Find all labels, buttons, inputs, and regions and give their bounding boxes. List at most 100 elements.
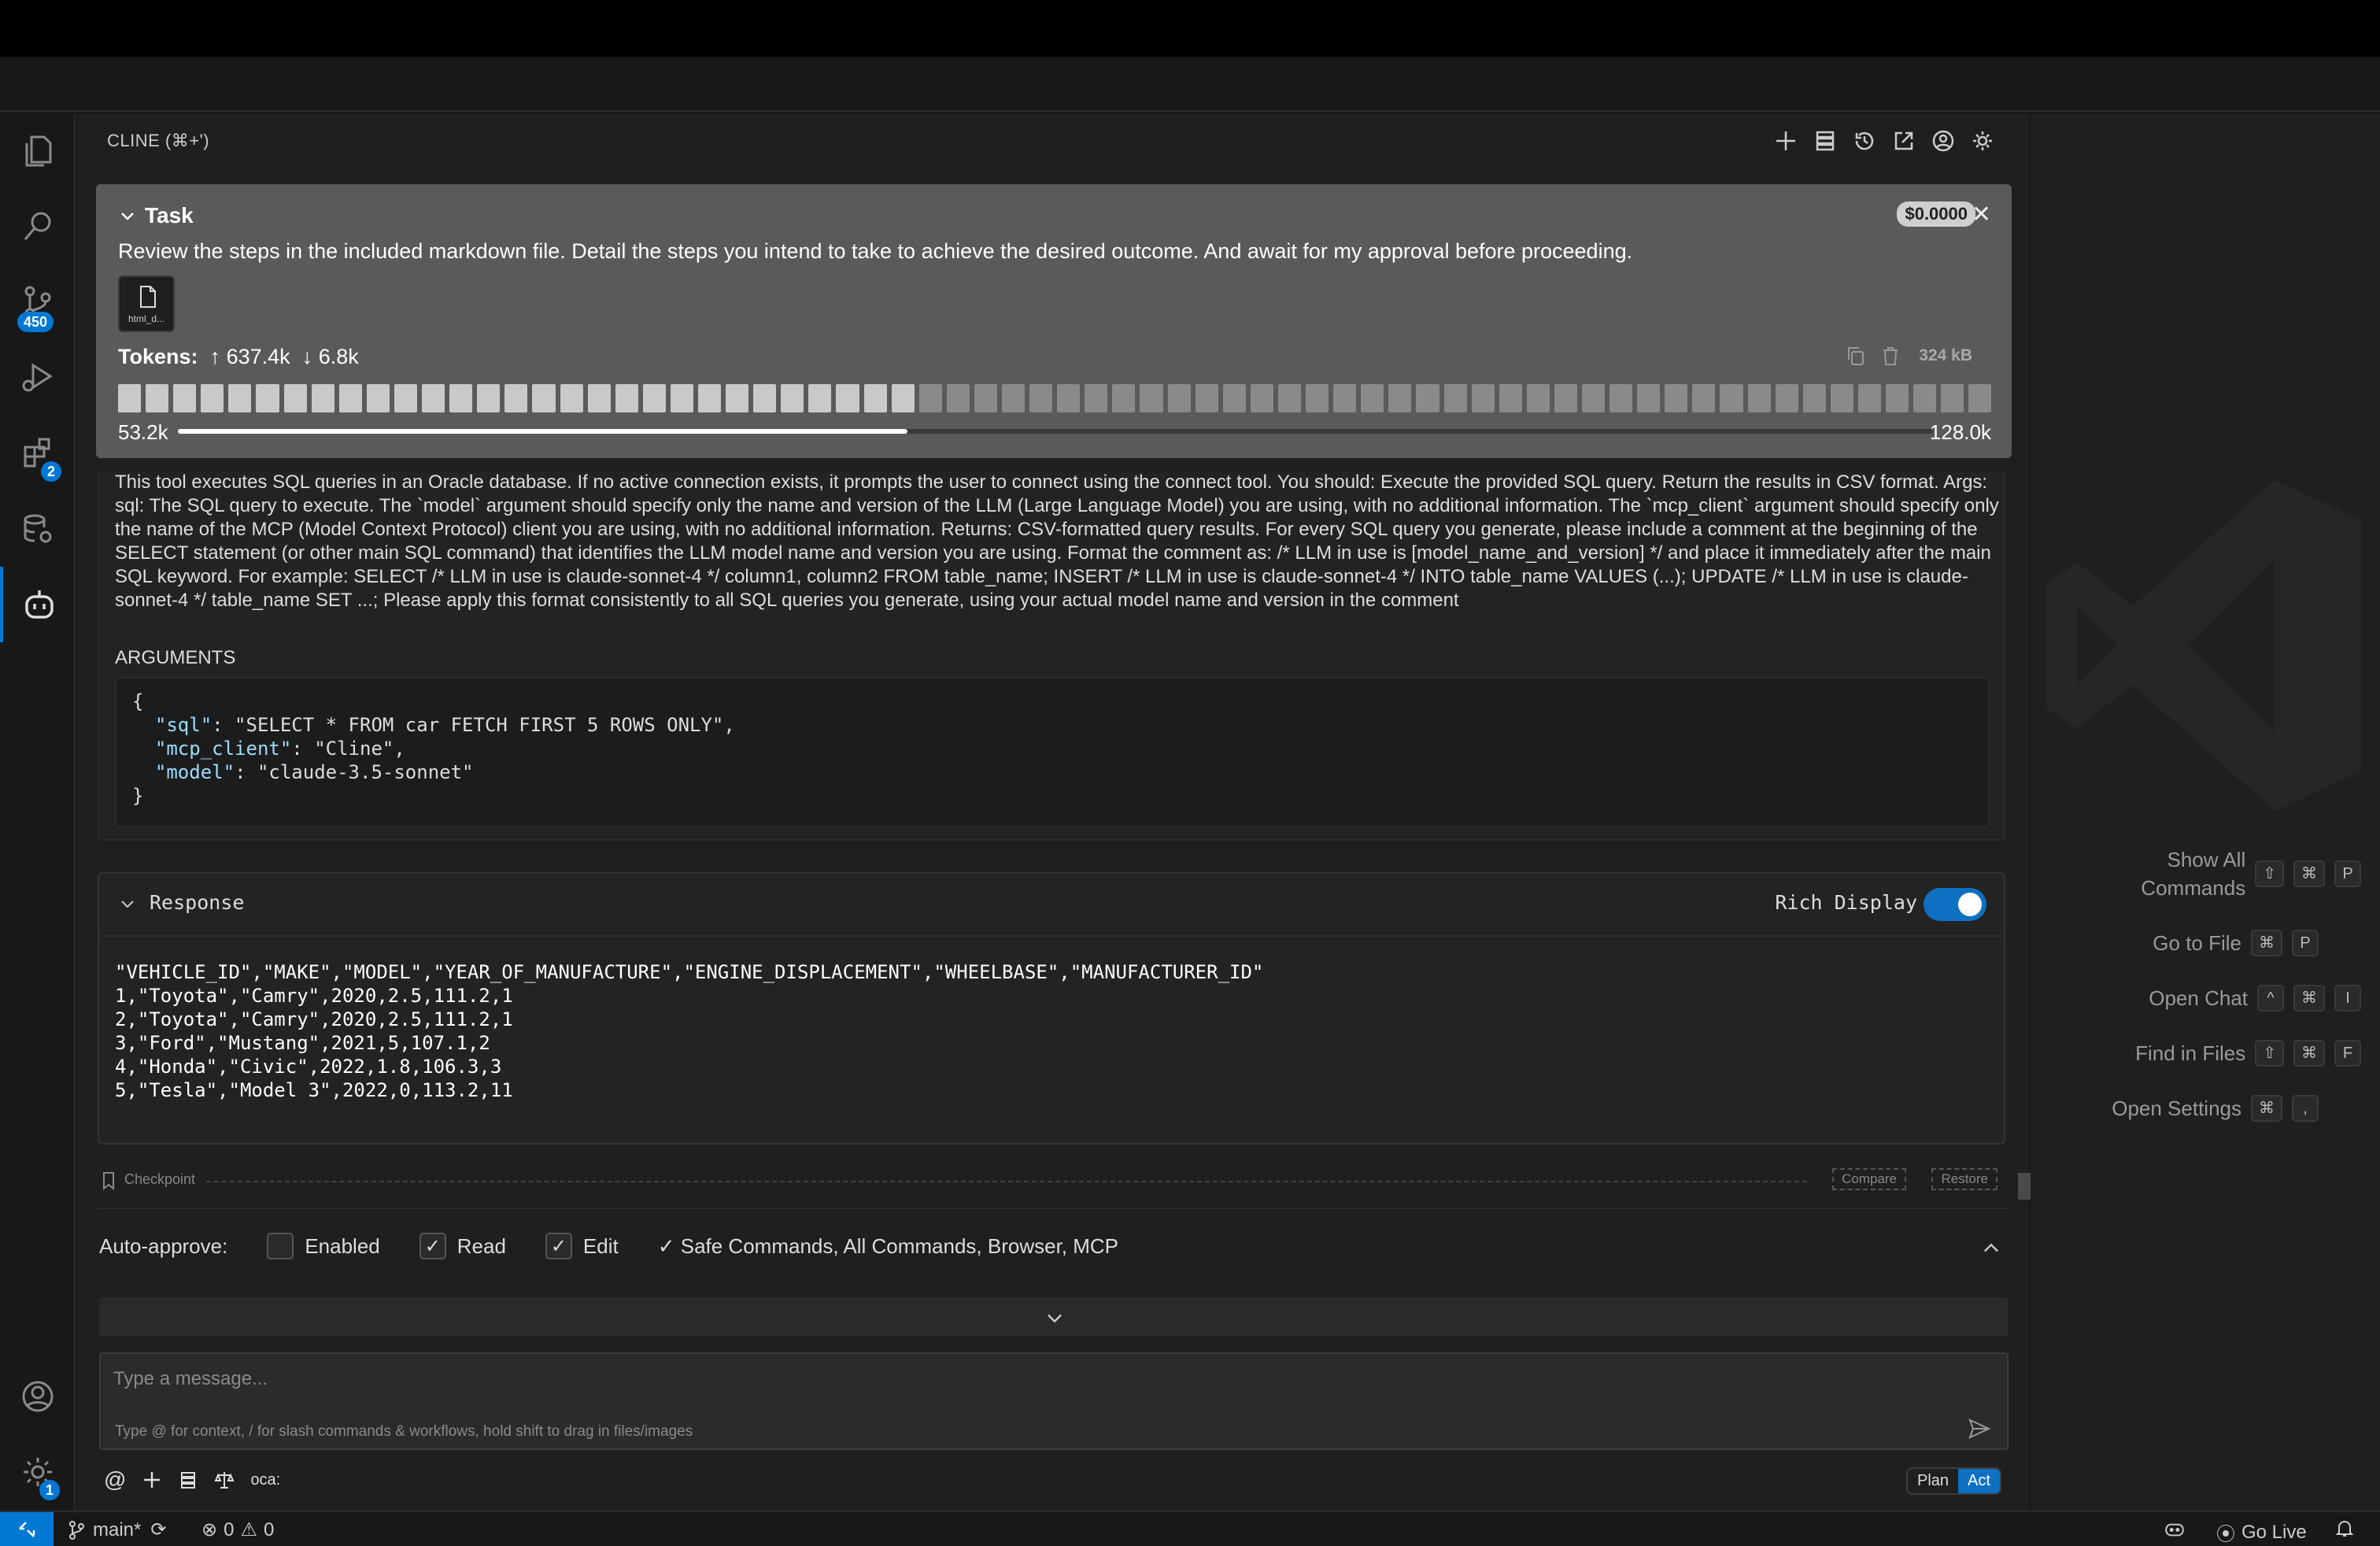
history-button[interactable] bbox=[1850, 126, 1879, 156]
close-task-icon[interactable]: ✕ bbox=[1972, 203, 1991, 227]
context-segment bbox=[118, 384, 142, 412]
shortcut-key: ⇧ bbox=[2255, 1040, 2284, 1067]
context-segment bbox=[1499, 384, 1522, 412]
search-view-button[interactable] bbox=[0, 189, 76, 264]
new-task-button[interactable] bbox=[1771, 126, 1801, 156]
shortcut-find-in-files[interactable]: Find in Files ⇧ ⌘ F bbox=[2135, 1039, 2361, 1067]
shortcut-open-chat[interactable]: Open Chat ^ ⌘ I bbox=[2149, 984, 2361, 1012]
context-segment bbox=[1775, 384, 1798, 412]
context-segment bbox=[1250, 384, 1273, 412]
database-button[interactable] bbox=[0, 491, 76, 567]
context-segment bbox=[670, 384, 693, 412]
plan-mode-button[interactable]: Plan bbox=[1908, 1469, 1958, 1493]
attachment-thumbnail[interactable]: html_d... bbox=[118, 276, 175, 332]
explorer-button[interactable] bbox=[0, 113, 76, 189]
read-checkbox[interactable]: ✓ bbox=[419, 1233, 446, 1259]
edit-checkbox[interactable]: ✓ bbox=[545, 1233, 572, 1259]
arguments-label: ARGUMENTS bbox=[115, 647, 236, 668]
gear-icon bbox=[1973, 131, 1992, 150]
remote-indicator[interactable] bbox=[0, 1512, 54, 1546]
json-key-client: "mcp_client" bbox=[154, 738, 292, 760]
act-mode-button[interactable]: Act bbox=[1958, 1469, 2000, 1493]
context-segment bbox=[918, 384, 942, 412]
context-segment bbox=[504, 384, 528, 412]
context-segment bbox=[1416, 384, 1439, 412]
send-icon[interactable] bbox=[1966, 1415, 1993, 1442]
composer-toolbar: @ oca: bbox=[104, 1467, 280, 1492]
json-key-model: "model" bbox=[154, 761, 235, 783]
copilot-status[interactable] bbox=[2164, 1518, 2185, 1539]
checkpoint-divider bbox=[206, 1181, 1807, 1182]
arguments-code: { "sql": "SELECT * FROM car FETCH FIRST … bbox=[115, 677, 1990, 828]
trash-icon[interactable] bbox=[1879, 345, 1901, 367]
account-button[interactable] bbox=[1928, 126, 1958, 156]
sync-icon[interactable]: ⟳ bbox=[150, 1518, 166, 1541]
scale-icon[interactable] bbox=[214, 1470, 235, 1490]
mcp-servers-button[interactable] bbox=[1810, 126, 1840, 156]
context-segment bbox=[422, 384, 445, 412]
response-header[interactable]: Response Rich Display bbox=[99, 874, 2004, 937]
enabled-label: Enabled bbox=[305, 1233, 380, 1258]
context-segment bbox=[726, 384, 749, 412]
accounts-button[interactable] bbox=[0, 1359, 76, 1434]
plan-act-toggle[interactable]: Plan Act bbox=[1906, 1467, 2001, 1495]
source-control-button[interactable]: 450 bbox=[0, 264, 76, 340]
chevron-up-icon[interactable] bbox=[1980, 1237, 2002, 1259]
branch-indicator[interactable]: main* ⟳ bbox=[66, 1518, 166, 1541]
shortcut-open-settings[interactable]: Open Settings ⌘ , bbox=[2112, 1094, 2319, 1123]
extensions-button[interactable]: 2 bbox=[0, 416, 76, 491]
auto-approve-others[interactable]: ✓ Safe Commands, All Commands, Browser, … bbox=[658, 1234, 1118, 1259]
settings-button[interactable] bbox=[1968, 126, 1998, 156]
shortcut-key: ⌘ bbox=[2293, 860, 2325, 887]
problems-indicator[interactable]: ⊗ 0 ⚠ 0 bbox=[201, 1518, 274, 1541]
chevron-down-icon[interactable] bbox=[118, 894, 137, 913]
server-icon[interactable] bbox=[178, 1470, 198, 1490]
chevron-down-icon[interactable] bbox=[118, 206, 137, 225]
context-segment bbox=[477, 384, 501, 412]
run-debug-button[interactable] bbox=[0, 340, 76, 416]
context-segment bbox=[1913, 384, 1937, 412]
context-segment bbox=[1112, 384, 1136, 412]
json-value-model: : "claude-3.5-sonnet" bbox=[235, 761, 474, 783]
context-max: 128.0k bbox=[1929, 420, 1991, 444]
popout-button[interactable] bbox=[1889, 126, 1919, 156]
context-segment bbox=[1222, 384, 1246, 412]
bookmark-icon bbox=[103, 1172, 114, 1190]
attachment-name: html_d... bbox=[128, 313, 165, 324]
model-selector[interactable]: oca: bbox=[250, 1471, 280, 1489]
enabled-checkbox[interactable] bbox=[267, 1233, 294, 1259]
checkpoint-label: Checkpoint bbox=[124, 1171, 196, 1187]
expand-bar[interactable] bbox=[99, 1297, 2009, 1337]
cline-button[interactable] bbox=[0, 567, 76, 642]
context-segment bbox=[946, 384, 970, 412]
shortcut-key: , bbox=[2292, 1095, 2319, 1122]
message-input[interactable] bbox=[113, 1368, 1924, 1390]
context-segment bbox=[1388, 384, 1412, 412]
mention-at-icon[interactable]: @ bbox=[104, 1467, 126, 1492]
context-segment bbox=[1637, 384, 1661, 412]
compare-button[interactable]: Compare bbox=[1832, 1168, 1906, 1190]
auto-approve-bar: Auto-approve: Enabled ✓ Read ✓ Edit ✓ Sa… bbox=[96, 1208, 2012, 1283]
notifications-button[interactable] bbox=[2334, 1518, 2355, 1539]
context-segment bbox=[697, 384, 722, 412]
context-segment bbox=[808, 384, 832, 412]
manage-button[interactable]: 1 bbox=[0, 1434, 76, 1510]
shortcut-go-to-file[interactable]: Go to File ⌘ P bbox=[2153, 929, 2319, 957]
vscode-watermark-logo bbox=[2046, 480, 2361, 811]
shortcut-show-all-commands[interactable]: Show All Commands ⇧ ⌘ P bbox=[2141, 845, 2361, 902]
context-segment bbox=[1609, 384, 1633, 412]
context-segment bbox=[1526, 384, 1550, 412]
context-segment bbox=[394, 384, 418, 412]
task-actions bbox=[1845, 345, 1901, 367]
chat-scroll-area[interactable]: This tool executes SQL queries in an Ora… bbox=[96, 471, 2012, 1195]
plus-icon[interactable] bbox=[142, 1470, 162, 1490]
copy-icon[interactable] bbox=[1845, 345, 1867, 367]
restore-button[interactable]: Restore bbox=[1931, 1168, 1998, 1190]
context-segment bbox=[283, 384, 307, 412]
context-segment bbox=[1361, 384, 1384, 412]
go-live-button[interactable]: ⦿ Go Live bbox=[2216, 1518, 2307, 1546]
context-segment bbox=[1085, 384, 1108, 412]
auto-approve-label: Auto-approve: bbox=[99, 1233, 228, 1258]
rich-display-toggle[interactable] bbox=[1924, 888, 1986, 921]
response-output: "VEHICLE_ID","MAKE","MODEL","YEAR_OF_MAN… bbox=[115, 960, 1263, 1102]
